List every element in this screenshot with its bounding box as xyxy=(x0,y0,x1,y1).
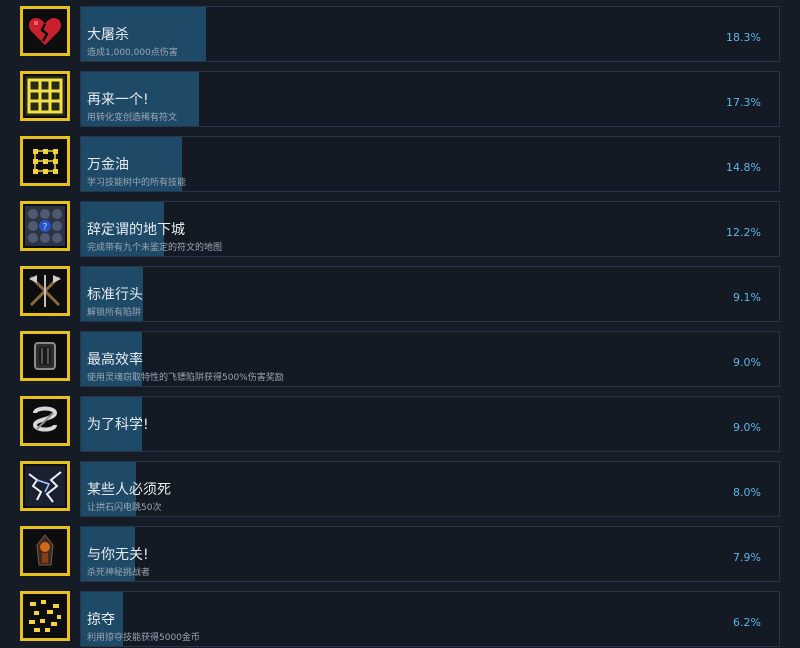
achievement-name: 与你无关! xyxy=(87,547,149,563)
unidentified-runes-icon: ? xyxy=(20,201,70,251)
skill-tree-icon xyxy=(20,136,70,186)
achievement-name: 再来一个! xyxy=(87,92,149,108)
achievement-percent: 9.0% xyxy=(733,421,761,434)
dart-trap-icon xyxy=(20,331,70,381)
achievement-name: 某些人必须死 xyxy=(87,482,171,498)
achievement-row[interactable]: 与你无关! 杀死神秘挑战者 7.9% xyxy=(0,526,800,583)
achievement-percent: 14.8% xyxy=(726,161,761,174)
glowing-grid-icon xyxy=(20,71,70,121)
broken-heart-icon xyxy=(20,6,70,56)
achievement-percent: 12.2% xyxy=(726,226,761,239)
lightning-icon xyxy=(20,461,70,511)
achievement-panel: 最高效率 使用灵魂窃取特性的飞镖陷阱获得500%伤害奖励 9.0% xyxy=(80,331,780,387)
achievement-panel: 与你无关! 杀死神秘挑战者 7.9% xyxy=(80,526,780,582)
achievement-percent: 9.1% xyxy=(733,291,761,304)
achievement-panel: 万金油 学习技能树中的所有技能 14.8% xyxy=(80,136,780,192)
achievement-panel: 标准行头 解锁所有陷阱 9.1% xyxy=(80,266,780,322)
achievement-row[interactable]: 掠夺 利用掠夺技能获得5000金币 6.2% xyxy=(0,591,800,648)
science-coil-icon xyxy=(20,396,70,446)
achievement-row[interactable]: 再来一个! 用转化变创造稀有符文 17.3% xyxy=(0,71,800,128)
achievement-list: 大屠杀 造成1,000,000点伤害 18.3% 再来一个! 用转化变创造稀有符… xyxy=(0,0,800,648)
achievement-percent: 9.0% xyxy=(733,356,761,369)
achievement-percent: 6.2% xyxy=(733,616,761,629)
achievement-description: 造成1,000,000点伤害 xyxy=(87,48,178,58)
achievement-description: 解锁所有陷阱 xyxy=(87,308,142,318)
achievement-row[interactable]: 万金油 学习技能树中的所有技能 14.8% xyxy=(0,136,800,193)
achievement-panel: 大屠杀 造成1,000,000点伤害 18.3% xyxy=(80,6,780,62)
achievement-row[interactable]: 最高效率 使用灵魂窃取特性的飞镖陷阱获得500%伤害奖励 9.0% xyxy=(0,331,800,388)
achievement-description: 用转化变创造稀有符文 xyxy=(87,113,178,123)
achievement-panel: 某些人必须死 让拱石闪电跳50次 8.0% xyxy=(80,461,780,517)
achievement-row[interactable]: 为了科学! 9.0% xyxy=(0,396,800,453)
achievement-row[interactable]: 标准行头 解锁所有陷阱 9.1% xyxy=(0,266,800,323)
achievement-row[interactable]: 大屠杀 造成1,000,000点伤害 18.3% xyxy=(0,6,800,63)
achievement-description: 杀死神秘挑战者 xyxy=(87,568,151,578)
achievement-description: 让拱石闪电跳50次 xyxy=(87,503,162,513)
achievement-panel: 掠夺 利用掠夺技能获得5000金币 6.2% xyxy=(80,591,780,647)
achievement-name: 大屠杀 xyxy=(87,27,129,43)
achievement-description: 完成带有九个未鉴定的符文的地图 xyxy=(87,243,223,253)
achievement-panel: 辞定谓的地下城 完成带有九个未鉴定的符文的地图 12.2% xyxy=(80,201,780,257)
achievement-row[interactable]: 某些人必须死 让拱石闪电跳50次 8.0% xyxy=(0,461,800,518)
gold-coins-icon xyxy=(20,591,70,641)
achievement-row[interactable]: ? 辞定谓的地下城 完成带有九个未鉴定的符文的地图 12.2% xyxy=(0,201,800,258)
svg-text:?: ? xyxy=(42,222,47,233)
achievement-name: 最高效率 xyxy=(87,352,143,368)
crossed-weapons-icon xyxy=(20,266,70,316)
achievement-description: 学习技能树中的所有技能 xyxy=(87,178,187,188)
achievement-name: 为了科学! xyxy=(87,417,149,433)
achievement-name: 万金油 xyxy=(87,157,129,173)
achievement-name: 辞定谓的地下城 xyxy=(87,222,185,238)
achievement-percent: 17.3% xyxy=(726,96,761,109)
achievement-name: 标准行头 xyxy=(87,287,143,303)
achievement-percent: 18.3% xyxy=(726,31,761,44)
achievement-percent: 8.0% xyxy=(733,486,761,499)
achievement-name: 掠夺 xyxy=(87,612,115,628)
mysterious-challenger-icon xyxy=(20,526,70,576)
achievement-description: 利用掠夺技能获得5000金币 xyxy=(87,633,200,643)
achievement-panel: 再来一个! 用转化变创造稀有符文 17.3% xyxy=(80,71,780,127)
achievement-panel: 为了科学! 9.0% xyxy=(80,396,780,452)
achievement-percent: 7.9% xyxy=(733,551,761,564)
achievement-description: 使用灵魂窃取特性的飞镖陷阱获得500%伤害奖励 xyxy=(87,373,284,383)
